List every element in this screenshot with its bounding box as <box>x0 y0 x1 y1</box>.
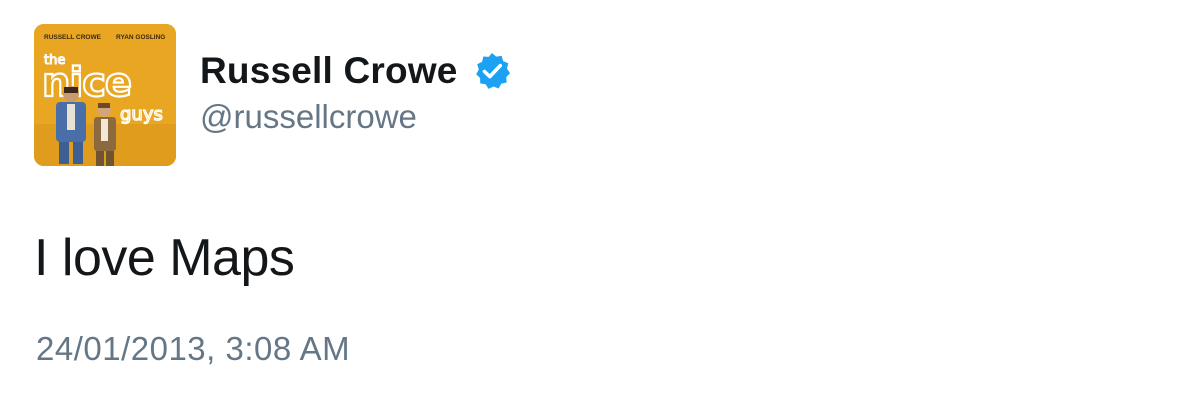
tweet-timestamp[interactable]: 24/01/2013, 3:08 AM <box>36 330 350 368</box>
author-handle[interactable]: @russellcrowe <box>200 98 417 136</box>
poster-credit-left: RUSSELL CROWE <box>44 34 102 41</box>
avatar[interactable]: RUSSELL CROWE RYAN GOSLING the nice guys <box>34 24 176 166</box>
author-name-row: Russell Crowe <box>200 48 512 94</box>
tweet-text: I love Maps <box>34 229 295 287</box>
display-name[interactable]: Russell Crowe <box>200 50 458 92</box>
poster-title-main: nice <box>42 60 131 106</box>
verified-badge-icon <box>472 51 512 91</box>
tweet-card: RUSSELL CROWE RYAN GOSLING the nice guys <box>0 0 1200 403</box>
poster-credit-right: RYAN GOSLING <box>116 34 165 41</box>
movie-poster-avatar-image: RUSSELL CROWE RYAN GOSLING the nice guys <box>34 24 176 166</box>
poster-title-tail: guys <box>120 104 163 125</box>
